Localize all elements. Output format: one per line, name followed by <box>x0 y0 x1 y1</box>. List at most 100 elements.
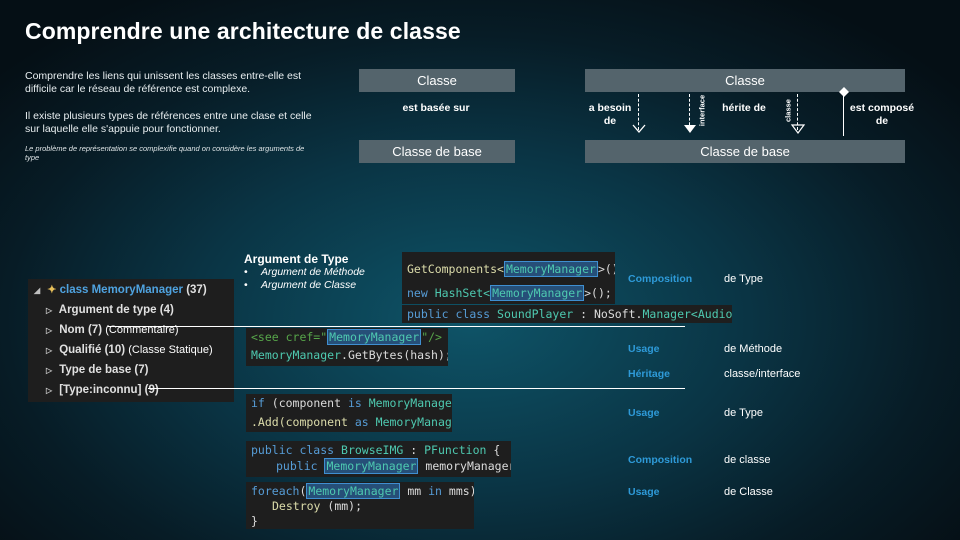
tree-item[interactable]: ▷ Qualifié (10) (Classe Statique) <box>46 341 213 359</box>
code-type: SoundPlayer <box>497 307 574 321</box>
code-snippet-foreach: foreach(MemoryManager mm in mms) { Destr… <box>246 482 474 529</box>
collapsed-triangle-icon[interactable]: ▷ <box>46 342 56 360</box>
tree-item-label: Qualifié <box>59 344 102 356</box>
relation-kind: Composition <box>628 273 693 285</box>
argument-list-item: • Argument de Classe <box>244 279 357 291</box>
composition-line <box>843 92 844 136</box>
code-comment: <see cref=" <box>251 330 328 344</box>
class-arrow-icon <box>790 124 806 134</box>
diagram-right-class-box: Classe <box>585 69 905 92</box>
tree-item[interactable]: ▷ Nom (7) (Commentaire) <box>46 321 179 339</box>
expanded-triangle-icon[interactable]: ◢ <box>34 282 44 300</box>
interface-label: interface <box>697 94 707 127</box>
code-snippet-soundplayer: public class SoundPlayer : NoSoft.Manage… <box>402 305 732 323</box>
class-label: classe <box>783 99 793 122</box>
page-title: Comprendre une architecture de classe <box>25 18 461 44</box>
code-token: : NoSoft. <box>573 307 643 321</box>
collapsed-triangle-icon[interactable]: ▷ <box>46 302 56 320</box>
diagram-left-class-box: Classe <box>359 69 515 92</box>
tree-item-label: Nom <box>59 324 85 336</box>
tree-root[interactable]: ◢ ✦ class MemoryManager (37) <box>34 281 207 299</box>
collapsed-triangle-icon[interactable]: ▷ <box>46 322 56 340</box>
code-type: MemoryManager <box>251 348 342 362</box>
code-keyword: public class <box>251 443 342 457</box>
tree-item-note: (Classe Statique) <box>128 344 213 356</box>
intro-paragraph-2: Il existe plusieurs types de références … <box>25 110 312 135</box>
argument-list-item: • Argument de Méthode <box>244 266 365 278</box>
diamond-icon <box>839 87 849 97</box>
tree-item-label: [Type:inconnu] <box>59 384 142 396</box>
collapsed-triangle-icon[interactable]: ▷ <box>46 382 56 400</box>
connector-line-nom <box>108 326 685 327</box>
open-arrow-icon <box>632 124 646 133</box>
argument-item-text: Argument de Méthode <box>261 266 365 278</box>
code-token: memoryManager; <box>425 459 511 473</box>
code-token: .GetBytes(hash); <box>341 348 448 362</box>
tree-item-label: Argument de type <box>58 304 157 316</box>
code-token: : <box>403 443 425 457</box>
tree-root-count: (37) <box>186 284 207 296</box>
tree-item-count: (10) <box>104 344 126 356</box>
tree-item-count: (7) <box>134 364 149 376</box>
collapsed-triangle-icon[interactable]: ▷ <box>46 362 56 380</box>
relation-target: de Type <box>724 407 763 419</box>
code-keyword: public <box>276 459 325 473</box>
code-type: MemoryManager <box>361 396 452 410</box>
code-keyword: foreach <box>251 484 300 498</box>
code-token: } <box>251 514 258 528</box>
interface-arrow-icon <box>684 125 696 133</box>
code-token: mm <box>400 484 429 498</box>
relation-a-besoin-de: a besoin de <box>588 102 632 127</box>
tree-item[interactable]: ▷ Type de base (7) <box>46 361 148 379</box>
code-highlight: MemoryManager <box>490 285 585 301</box>
relation-kind: Usage <box>628 343 660 355</box>
relation-target: de Classe <box>724 486 773 498</box>
code-highlight: MemoryManager <box>306 483 401 499</box>
diagram-left-base-box: Classe de base <box>359 140 515 163</box>
diagram-right-base-box: Classe de base <box>585 140 905 163</box>
class-icon: ✦ <box>47 284 57 296</box>
code-highlight: MemoryManager <box>503 261 598 277</box>
relation-target: de Méthode <box>724 343 783 355</box>
code-keyword: public <box>407 307 449 321</box>
tree-item-count: (4) <box>159 304 174 316</box>
tree-item[interactable]: ▷ [Type:inconnu] (9) <box>46 381 159 399</box>
code-snippet-browseimg: public class BrowseIMG : PFunction { pub… <box>246 441 511 477</box>
tree-item[interactable]: ▷ Argument de type (4) <box>46 301 174 319</box>
code-token: (mm); <box>320 499 363 513</box>
connector-line-type-inconnu <box>148 388 685 389</box>
code-snippet-is-as: if (component is MemoryManager) .Add(com… <box>246 394 452 432</box>
code-token: (component <box>264 396 348 410</box>
code-keyword: class <box>455 307 491 321</box>
relation-est-compose-de: est composé de <box>849 102 915 127</box>
code-token: .Add(component <box>251 415 355 429</box>
intro-paragraph-1: Comprendre les liens qui unissent les cl… <box>25 70 302 95</box>
code-token: GetComponents< <box>407 262 504 276</box>
code-token: >(); <box>584 286 612 300</box>
relation-herite-de: hérite de <box>722 102 766 114</box>
relation-kind: Usage <box>628 486 660 498</box>
relation-kind: Héritage <box>628 368 671 380</box>
relation-target: classe/interface <box>724 368 801 380</box>
code-token: { <box>486 443 501 457</box>
code-keyword: new <box>407 286 428 300</box>
code-keyword: if <box>251 396 265 410</box>
code-function: Destroy <box>272 499 321 513</box>
code-keyword: in <box>428 484 442 498</box>
argument-de-type-title: Argument de Type <box>244 252 349 266</box>
code-highlight: MemoryManager <box>324 458 419 474</box>
tree-root-label: class MemoryManager <box>59 284 183 296</box>
code-keyword: is <box>347 396 362 410</box>
code-snippet-getbytes: <see cref=" MemoryManager "/> MemoryManage… <box>246 328 448 366</box>
relation-target: de Type <box>724 273 763 285</box>
tree-item-label: Type de base <box>59 364 132 376</box>
relation-kind: Composition <box>628 454 693 466</box>
relation-kind: Usage <box>628 407 660 419</box>
tree-item-count: (9) <box>144 384 159 396</box>
code-type: BrowseIMG <box>341 443 404 457</box>
code-snippet-getcomponents: GetComponents<MemoryManager>(); new Hash… <box>402 252 615 304</box>
code-type: Manager<AudioSource> <box>642 307 732 321</box>
relation-target: de classe <box>724 454 771 466</box>
intro-note: Le problème de représentation se complex… <box>25 144 305 162</box>
code-type: PFunction <box>424 443 487 457</box>
